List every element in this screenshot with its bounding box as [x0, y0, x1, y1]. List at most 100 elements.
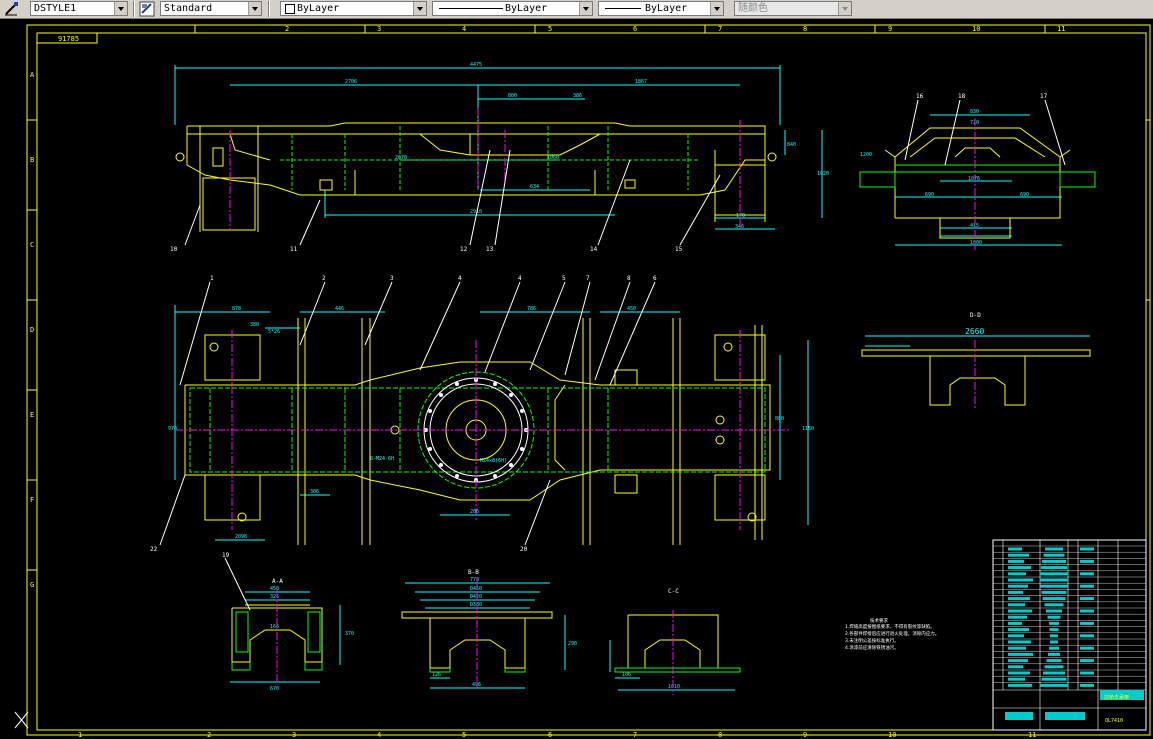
bom-cell-text	[1080, 584, 1094, 588]
svg-text:126: 126	[432, 672, 441, 678]
bom-cell-text	[1044, 665, 1064, 669]
toolbar-separator	[268, 1, 270, 17]
svg-text:1200: 1200	[860, 152, 872, 158]
grid-top-label: 9	[888, 25, 892, 33]
svg-text:690: 690	[1020, 192, 1029, 198]
plotstyle-value: 随颜色	[738, 3, 768, 14]
chevron-down-icon[interactable]	[248, 2, 261, 15]
bom-cell-text	[1080, 683, 1094, 687]
section-a-view[interactable]: A-A 450 325 670 370 166 19	[222, 552, 354, 692]
grid-top-label: 4	[462, 25, 466, 33]
bom-cell-text	[1041, 677, 1067, 681]
note-line: 4.涂漆前应清除铁锈油污。	[845, 644, 899, 651]
bom-cell-text	[1080, 572, 1094, 576]
grid-bottom-label: 9	[803, 731, 807, 739]
bom-cell-text	[1049, 646, 1059, 650]
svg-text:11: 11	[290, 246, 298, 253]
properties-toolbar: DSTYLE1 Standard ByLayer ByLayer ByLayer…	[0, 0, 1153, 19]
chevron-down-icon[interactable]	[413, 2, 426, 15]
section-b-view[interactable]: B-B 770D450 D420D380 496290 126	[401, 569, 577, 690]
svg-text:4475: 4475	[470, 62, 482, 68]
svg-text:4: 4	[518, 275, 522, 282]
svg-text:1: 1	[210, 275, 214, 282]
textstyle-value: Standard	[164, 3, 213, 14]
svg-text:325: 325	[270, 594, 279, 600]
bom-cell-text	[1080, 659, 1094, 663]
bom-cell-text	[1008, 683, 1032, 687]
chevron-down-icon[interactable]	[838, 2, 851, 15]
svg-text:1867: 1867	[635, 79, 647, 85]
bom-cell-text	[1008, 615, 1027, 619]
svg-text:634: 634	[530, 184, 539, 190]
grid-side-label: D	[30, 326, 34, 334]
svg-text:446: 446	[335, 306, 344, 312]
dimstyle-select[interactable]: DSTYLE1	[30, 1, 128, 16]
chevron-down-icon[interactable]	[114, 2, 127, 15]
grid-top-label: 6	[633, 25, 637, 33]
svg-text:290: 290	[568, 641, 577, 647]
svg-text:13: 13	[486, 246, 494, 253]
title-block[interactable]: 前桥支承架 QL7410	[992, 539, 1147, 731]
svg-text:15: 15	[675, 246, 683, 253]
section-d-view[interactable]: D-D 2660	[861, 312, 1091, 410]
bom-cell-text	[1049, 621, 1059, 625]
bom-cell-text	[1008, 584, 1028, 588]
svg-text:12: 12	[460, 246, 468, 253]
layer-select[interactable]: ByLayer	[280, 1, 427, 16]
section-d-label: D-D	[970, 312, 981, 319]
grid-bottom-label: 1	[78, 731, 82, 739]
grid-top-label: 7	[718, 25, 722, 33]
front-elevation-view[interactable]: 44752706 1867 800 386 2070 1060 6342910 170…	[174, 62, 796, 246]
chevron-down-icon[interactable]	[710, 2, 723, 15]
grid-bottom-label: 4	[377, 731, 381, 739]
svg-text:970: 970	[168, 426, 177, 432]
bom-cell-text	[1080, 671, 1094, 675]
dimstyle-icon[interactable]	[3, 1, 19, 17]
svg-text:1020: 1020	[817, 171, 829, 177]
bom-cell-text	[1040, 683, 1068, 687]
section-b-label: B-B	[468, 569, 479, 576]
grid-top-label: 3	[377, 25, 381, 33]
svg-text:8-M24 6H: 8-M24 6H	[370, 456, 394, 462]
bom-cell-text	[1008, 590, 1023, 594]
title-block-code: QL7410	[1105, 718, 1123, 724]
svg-text:1010: 1010	[668, 684, 680, 690]
plotstyle-select[interactable]: 随颜色	[734, 1, 852, 16]
grid-bottom-label: 3	[292, 731, 296, 739]
svg-text:1000: 1000	[970, 240, 982, 246]
side-elevation-view[interactable]: 830720 690 690 1000415 10761020 1200 16 …	[817, 93, 1096, 250]
cad-drawing: 91785 2 3 4 5 6 7 8 9 10 11 1 2 3 4 5 6 …	[14, 24, 1151, 739]
svg-text:7: 7	[586, 275, 590, 282]
bom-cell-text	[1080, 597, 1094, 601]
svg-text:17: 17	[1040, 93, 1048, 100]
bom-cell-text	[1008, 646, 1026, 650]
svg-text:18: 18	[958, 93, 966, 100]
svg-text:770: 770	[470, 577, 479, 583]
linetype-select[interactable]: ByLayer	[432, 1, 593, 16]
plan-view[interactable]: 878 446 786 450 3885*26 970 1150 880206 209…	[150, 275, 814, 553]
grid-side-label: A	[30, 71, 35, 79]
drawing-canvas[interactable]: 91785 2 3 4 5 6 7 8 9 10 11 1 2 3 4 5 6 …	[0, 18, 1153, 739]
textstyle-icon[interactable]	[139, 1, 155, 17]
grid-bottom-label: 7	[633, 731, 637, 739]
bom-cell-text	[1008, 597, 1030, 601]
grid-top-label: 10	[972, 25, 980, 33]
bom-cell-text	[1008, 671, 1030, 675]
bom-cell-text	[1008, 665, 1023, 669]
bom-cell-text	[1008, 677, 1025, 681]
section-c-view[interactable]: C-C 106 1010	[609, 588, 741, 695]
title-block-name: 前桥支承架	[1104, 694, 1129, 701]
note-line: 2.各部件焊接后应进行退火处理，消除内应力。	[845, 630, 939, 637]
svg-text:878: 878	[232, 306, 241, 312]
svg-text:450: 450	[270, 586, 279, 592]
toolbar-separator	[133, 1, 135, 17]
chevron-down-icon[interactable]	[579, 2, 592, 15]
lineweight-select[interactable]: ByLayer	[598, 1, 724, 16]
textstyle-select[interactable]: Standard	[160, 1, 262, 16]
note-line: 1.焊缝高度按图纸要求，不得有裂纹等缺陷。	[845, 623, 935, 630]
bom-cell-text	[1045, 547, 1063, 551]
svg-text:20: 20	[520, 546, 528, 553]
svg-text:6: 6	[653, 275, 657, 282]
svg-text:D420: D420	[470, 594, 482, 600]
svg-text:3: 3	[390, 275, 394, 282]
